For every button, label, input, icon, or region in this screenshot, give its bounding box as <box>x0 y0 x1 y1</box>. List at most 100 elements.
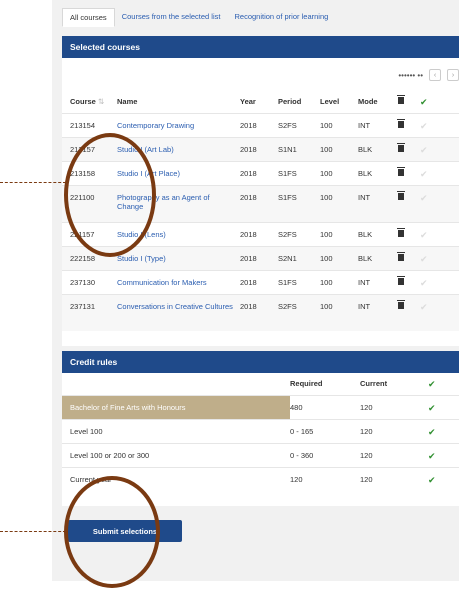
course-link[interactable]: Contemporary Drawing <box>117 121 194 130</box>
course-mode: BLK <box>358 160 396 185</box>
rule-name: Bachelor of Fine Arts with Honours <box>62 394 290 419</box>
rule-required: 0 - 165 <box>290 418 360 443</box>
course-year: 2018 <box>240 112 278 137</box>
course-year: 2018 <box>240 293 278 331</box>
check-icon: ✔ <box>420 120 428 131</box>
annotation-leader-line <box>0 182 66 183</box>
rule-name: Level 100 <box>62 418 290 443</box>
course-link[interactable]: Studio I (Type) <box>117 254 166 263</box>
course-level: 100 <box>320 269 358 294</box>
trash-icon[interactable] <box>397 227 405 237</box>
course-mode: INT <box>358 293 396 331</box>
course-level: 100 <box>320 221 358 246</box>
course-code: 237130 <box>62 269 117 294</box>
col-year: Year <box>240 97 256 106</box>
table-row: Level 100 0 - 165 120 ✔ <box>62 418 459 443</box>
course-mode: INT <box>358 112 396 137</box>
trash-icon[interactable] <box>397 190 405 200</box>
course-mode: BLK <box>358 245 396 270</box>
annotation-leader-line <box>0 531 66 532</box>
course-year: 2018 <box>240 245 278 270</box>
col-required: Required <box>290 379 323 388</box>
check-icon: ✔ <box>420 253 428 264</box>
check-icon: ✔ <box>420 229 428 240</box>
course-level: 100 <box>320 293 358 331</box>
course-period: S1N1 <box>278 136 320 161</box>
course-mode: BLK <box>358 136 396 161</box>
check-icon: ✔ <box>428 402 436 413</box>
course-link[interactable]: Communication for Makers <box>117 278 207 287</box>
rule-name: Level 100 or 200 or 300 <box>62 442 290 467</box>
course-year: 2018 <box>240 221 278 246</box>
table-row: 213154 Contemporary Drawing 2018 S2FS 10… <box>62 112 459 137</box>
course-level: 100 <box>320 184 358 222</box>
course-code: 237131 <box>62 293 117 331</box>
trash-icon[interactable] <box>397 275 405 285</box>
course-year: 2018 <box>240 136 278 161</box>
rule-required: 480 <box>290 394 360 419</box>
trash-icon[interactable] <box>397 118 405 128</box>
course-level: 100 <box>320 136 358 161</box>
col-period: Period <box>278 97 302 106</box>
check-icon: ✔ <box>420 277 428 288</box>
rule-current: 120 <box>360 442 428 467</box>
rule-required: 0 - 360 <box>290 442 360 467</box>
course-period: S2FS <box>278 293 320 331</box>
tab-all-courses[interactable]: All courses <box>62 8 115 27</box>
check-icon: ✔ <box>428 426 436 437</box>
course-year: 2018 <box>240 269 278 294</box>
annotation-circle <box>64 133 156 257</box>
col-status: ✔ <box>420 90 459 113</box>
course-level: 100 <box>320 112 358 137</box>
trash-icon[interactable] <box>397 251 405 261</box>
check-icon: ✔ <box>420 301 428 312</box>
course-year: 2018 <box>240 160 278 185</box>
course-period: S1FS <box>278 184 320 222</box>
trash-icon[interactable] <box>397 166 405 176</box>
sort-icon[interactable]: ⇅ <box>96 97 104 106</box>
course-period: S1FS <box>278 269 320 294</box>
tab-selected-list[interactable]: Courses from the selected list <box>115 8 228 27</box>
col-delete <box>396 90 420 113</box>
rule-current: 120 <box>360 394 428 419</box>
course-level: 100 <box>320 160 358 185</box>
check-icon: ✔ <box>428 474 436 485</box>
table-row: 237131 Conversations in Creative Culture… <box>62 293 459 331</box>
tab-prior-learning[interactable]: Recognition of prior learning <box>227 8 335 27</box>
course-period: S2FS <box>278 221 320 246</box>
check-icon: ✔ <box>420 97 428 107</box>
next-page-button[interactable]: › <box>447 69 459 81</box>
table-row: 237130 Communication for Makers 2018 S1F… <box>62 269 459 294</box>
trash-icon[interactable] <box>397 142 405 152</box>
selected-courses-title: Selected courses <box>62 36 459 58</box>
rule-current: 120 <box>360 466 428 491</box>
prev-page-button[interactable]: ‹ <box>429 69 441 81</box>
course-year: 2018 <box>240 184 278 222</box>
trash-icon[interactable] <box>397 299 405 309</box>
tab-bar: All courses Courses from the selected li… <box>62 8 335 27</box>
credit-rules-table: Required Current ✔ Bachelor of Fine Arts… <box>62 373 459 491</box>
course-period: S2FS <box>278 112 320 137</box>
course-link[interactable]: Conversations in Creative Cultures <box>117 302 233 311</box>
check-icon: ✔ <box>428 379 436 389</box>
rule-required: 120 <box>290 466 360 491</box>
course-mode: INT <box>358 269 396 294</box>
table-row: Level 100 or 200 or 300 0 - 360 120 ✔ <box>62 442 459 467</box>
course-level: 100 <box>320 245 358 270</box>
col-name: Name <box>117 97 138 106</box>
col-current: Current <box>360 379 388 388</box>
course-period: S2N1 <box>278 245 320 270</box>
col-course[interactable]: Course ⇅ <box>62 90 117 113</box>
credit-rules-title: Credit rules <box>62 351 459 373</box>
table-row: Bachelor of Fine Arts with Honours 480 1… <box>62 394 459 419</box>
check-icon: ✔ <box>428 450 436 461</box>
course-mode: BLK <box>358 221 396 246</box>
course-period: S1FS <box>278 160 320 185</box>
pagination-dots: •••••• •• <box>398 70 423 80</box>
col-level: Level <box>320 97 340 106</box>
col-mode: Mode <box>358 97 378 106</box>
check-icon: ✔ <box>420 144 428 155</box>
trash-icon <box>397 95 405 104</box>
course-mode: INT <box>358 184 396 222</box>
pagination: •••••• •• ‹ › <box>398 68 459 82</box>
